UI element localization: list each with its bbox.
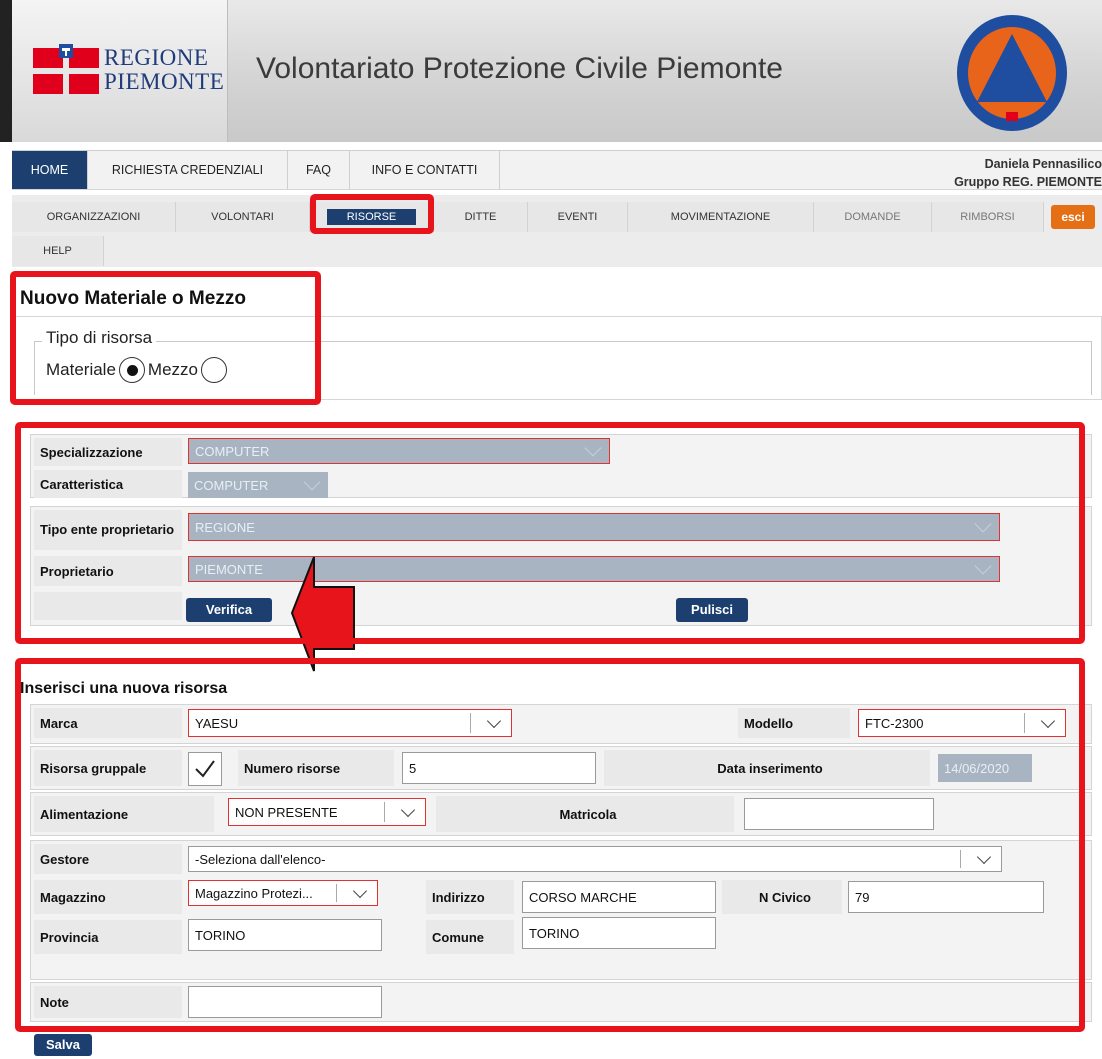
chevron-down-icon [400, 802, 416, 818]
modello-value: FTC-2300 [865, 715, 924, 731]
topnav-richiesta-credenziali[interactable]: RICHIESTA CREDENZIALI [88, 151, 288, 189]
gestore-value: -Seleziona dall'elenco- [195, 851, 326, 867]
gestore-label: Gestore [34, 844, 182, 874]
alimentazione-label: Alimentazione [34, 796, 214, 832]
comune-input[interactable]: TORINO [522, 917, 716, 949]
n-civico-label: N Civico [722, 880, 842, 914]
radio-materiale[interactable] [118, 357, 145, 383]
regione-flag-icon [33, 44, 99, 94]
topnav-faq[interactable]: FAQ [288, 151, 350, 189]
marca-value: YAESU [195, 715, 239, 731]
n-civico-input[interactable]: 79 [848, 881, 1044, 913]
option-materiale-label: Materiale [46, 360, 116, 379]
indirizzo-label: Indirizzo [426, 880, 514, 914]
alimentazione-select[interactable]: NON PRESENTE [228, 798, 426, 826]
insert-form-title: Inserisci una nuova risorsa [20, 680, 228, 697]
risorsa-gruppale-checkbox[interactable] [188, 752, 222, 786]
subnav-risorse[interactable]: RISORSE [310, 202, 434, 232]
chevron-down-icon [974, 515, 992, 533]
option-mezzo-label: Mezzo [147, 360, 198, 379]
modello-select[interactable]: FTC-2300 [858, 709, 1066, 737]
note-input[interactable] [188, 986, 382, 1018]
provincia-label: Provincia [34, 920, 182, 954]
tipo-ente-label: Tipo ente proprietario [34, 510, 182, 550]
salva-button[interactable]: Salva [34, 1034, 92, 1056]
data-inserimento-field: 14/06/2020 [938, 754, 1032, 782]
user-group: Gruppo REG. PIEMONTE [954, 175, 1102, 189]
subnav-organizzazioni[interactable]: ORGANIZZAZIONI [12, 202, 176, 232]
protezione-civile-emblem [957, 15, 1067, 131]
tipo-risorsa-options: Materiale Mezzo [46, 357, 230, 383]
matricola-input[interactable] [744, 798, 934, 830]
subnav-eventi[interactable]: EVENTI [528, 202, 628, 232]
user-name: Daniela Pennasilico [984, 157, 1102, 171]
alimentazione-value: NON PRESENTE [235, 804, 338, 820]
subnav-domande[interactable]: DOMANDE [814, 202, 932, 232]
select-separator [960, 850, 961, 868]
checkbox-check-icon [195, 760, 215, 778]
specializzazione-label: Specializzazione [34, 438, 182, 466]
empty-label-cell [34, 592, 182, 620]
specializzazione-select[interactable]: COMPUTER [188, 438, 610, 464]
pulisci-button[interactable]: Pulisci [676, 598, 748, 622]
esci-button[interactable]: esci [1051, 205, 1095, 229]
gestore-select[interactable]: -Seleziona dall'elenco- [188, 846, 1002, 872]
subnav-help[interactable]: HELP [12, 236, 104, 266]
chevron-down-icon [1040, 713, 1056, 729]
subnav-volontari[interactable]: VOLONTARI [176, 202, 310, 232]
data-inserimento-label: Data inserimento [604, 750, 930, 786]
subnav-ditte[interactable]: DITTE [434, 202, 528, 232]
logo-line1: REGIONE [104, 45, 209, 70]
caratteristica-select[interactable]: COMPUTER [188, 472, 328, 498]
proprietario-label: Proprietario [34, 556, 182, 586]
subnav-risorse-label: RISORSE [326, 209, 417, 225]
tipo-ente-select[interactable]: REGIONE [188, 513, 1000, 541]
logo-line2: PIEMONTE [104, 69, 225, 94]
subnav-movimentazione[interactable]: MOVIMENTAZIONE [628, 202, 814, 232]
caratteristica-label: Caratteristica [34, 470, 182, 498]
topnav-home[interactable]: HOME [12, 151, 88, 189]
select-separator [470, 713, 471, 733]
magazzino-value: Magazzino Protezi... [195, 885, 313, 901]
numero-risorse-label: Numero risorse [238, 750, 394, 786]
radio-mezzo[interactable] [201, 357, 227, 383]
logo-text: REGIONE PIEMONTE [104, 46, 224, 94]
marca-label: Marca [34, 708, 182, 738]
site-title: Volontariato Protezione Civile Piemonte [256, 52, 783, 85]
subnav-rimborsi[interactable]: RIMBORSI [932, 202, 1044, 232]
caratteristica-value: COMPUTER [194, 477, 269, 493]
tipo-risorsa-legend: Tipo di risorsa [42, 328, 157, 348]
select-separator [1024, 713, 1025, 733]
note-label: Note [34, 986, 182, 1018]
select-separator [384, 802, 385, 822]
chevron-down-icon [974, 557, 992, 575]
indirizzo-input[interactable]: CORSO MARCHE [522, 881, 716, 913]
verifica-button[interactable]: Verifica [186, 598, 272, 622]
magazzino-label: Magazzino [34, 880, 182, 914]
marca-select[interactable]: YAESU [188, 709, 512, 737]
tipo-ente-value: REGIONE [195, 519, 255, 535]
risorsa-gruppale-label: Risorsa gruppale [34, 750, 182, 786]
matricola-label: Matricola [436, 796, 734, 832]
comune-label: Comune [426, 920, 514, 954]
chevron-down-icon [486, 713, 502, 729]
topnav-info-contatti[interactable]: INFO E CONTATTI [350, 151, 500, 189]
header-edge [0, 0, 12, 142]
modello-label: Modello [738, 708, 850, 738]
page-title: Nuovo Materiale o Mezzo [20, 288, 246, 309]
proprietario-value: PIEMONTE [195, 561, 263, 577]
chevron-down-icon [976, 849, 992, 865]
chevron-down-icon [352, 883, 368, 899]
chevron-down-icon [303, 473, 321, 491]
specializzazione-value: COMPUTER [195, 443, 270, 459]
select-separator [336, 884, 337, 902]
chevron-down-icon [584, 439, 602, 457]
provincia-input[interactable]: TORINO [188, 919, 382, 951]
magazzino-select[interactable]: Magazzino Protezi... [188, 880, 378, 906]
numero-risorse-input[interactable]: 5 [402, 752, 596, 784]
arrow-left-annotation [290, 556, 355, 672]
